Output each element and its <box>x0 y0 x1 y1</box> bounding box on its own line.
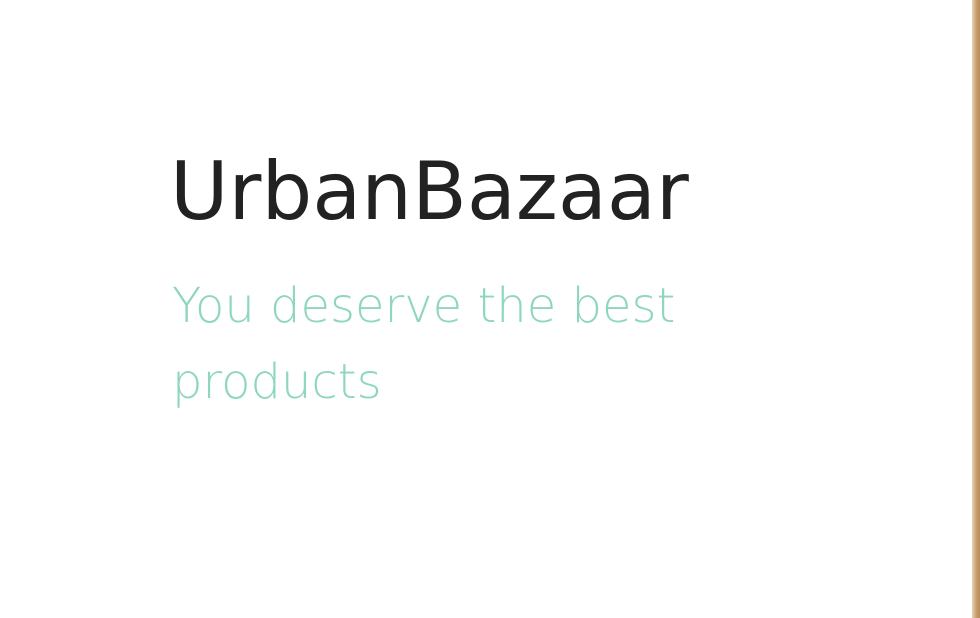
right-edge-border <box>972 0 980 618</box>
brand-tagline: You deserve the best products <box>172 278 676 410</box>
landing-page: UrbanBazaar You deserve the best product… <box>0 0 980 618</box>
hero-section: UrbanBazaar You deserve the best product… <box>170 146 850 420</box>
brand-title: UrbanBazaar <box>170 145 689 238</box>
